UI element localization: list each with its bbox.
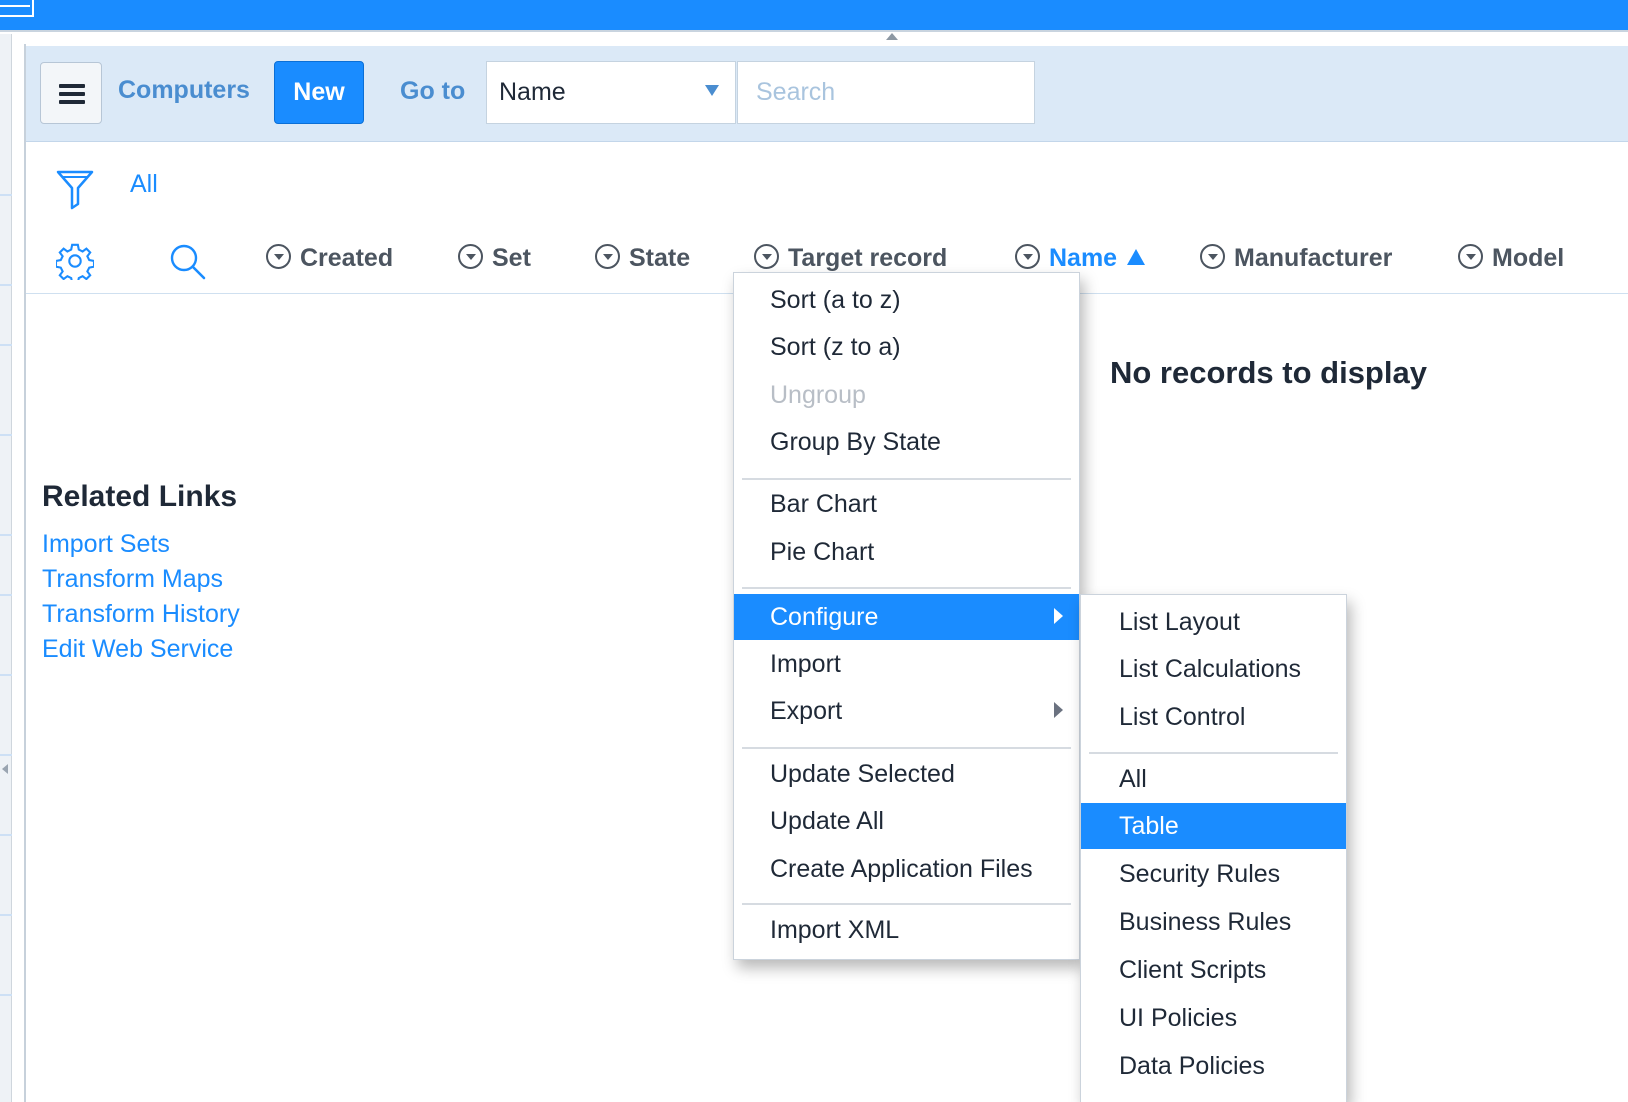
menu-separator	[1089, 752, 1338, 754]
menu-item-ungroup: Ungroup	[770, 381, 866, 409]
new-button[interactable]: New	[274, 61, 364, 124]
submenu-item-client-scripts[interactable]: Client Scripts	[1081, 947, 1346, 993]
related-links-heading: Related Links	[42, 480, 238, 513]
menu-item-import[interactable]: Import	[734, 641, 1079, 687]
strip-divider	[0, 834, 12, 836]
empty-list-message: No records to display	[1110, 355, 1427, 390]
menu-separator	[742, 747, 1071, 749]
menu-item-update-all[interactable]: Update All	[734, 798, 1079, 844]
submenu-item-data-policies[interactable]: Data Policies	[1081, 1043, 1346, 1089]
submenu-item-table[interactable]: Table	[1081, 803, 1346, 849]
column-menu-icon[interactable]	[1458, 244, 1483, 269]
menu-item-sort-z-a[interactable]: Sort (z to a)	[734, 324, 1079, 370]
related-link-transform-maps[interactable]: Transform Maps	[42, 565, 223, 594]
menu-item-create-application-files[interactable]: Create Application Files	[734, 846, 1079, 892]
column-header-target-record[interactable]: Target record	[754, 244, 947, 273]
strip-divider	[0, 754, 12, 756]
menu-separator	[742, 478, 1071, 480]
collapse-left-icon[interactable]	[2, 764, 8, 774]
configure-submenu: List Layout List Calculations List Contr…	[1080, 594, 1347, 1102]
hamburger-icon-bar	[59, 92, 85, 96]
search-input[interactable]	[737, 61, 1035, 124]
submenu-item-security-rules[interactable]: Security Rules	[1081, 851, 1346, 897]
collapse-header-icon[interactable]	[886, 33, 898, 40]
strip-divider	[0, 344, 12, 346]
gear-icon[interactable]	[56, 242, 94, 280]
search-icon[interactable]	[168, 242, 208, 282]
strip-divider	[0, 914, 12, 916]
menu-item-pie-chart[interactable]: Pie Chart	[734, 529, 1079, 575]
window-icon[interactable]	[0, 0, 34, 17]
filter-funnel-icon[interactable]	[56, 168, 94, 212]
menu-separator	[742, 903, 1071, 905]
filter-all-link[interactable]: All	[130, 170, 158, 199]
hamburger-menu-button[interactable]	[40, 62, 102, 124]
app-top-bar	[0, 0, 1628, 32]
list-header: Computers New Go to Name	[26, 46, 1628, 142]
related-link-import-sets[interactable]: Import Sets	[42, 530, 170, 559]
menu-item-update-selected[interactable]: Update Selected	[734, 751, 1079, 797]
column-menu-icon[interactable]	[266, 244, 291, 269]
submenu-item-ui-policies[interactable]: UI Policies	[1081, 995, 1346, 1041]
column-header-state[interactable]: State	[595, 244, 690, 273]
related-link-transform-history[interactable]: Transform History	[42, 600, 240, 629]
submenu-item-list-layout[interactable]: List Layout	[1081, 599, 1346, 645]
column-header-name[interactable]: Name	[1015, 244, 1146, 273]
column-header-manufacturer[interactable]: Manufacturer	[1200, 244, 1392, 273]
hamburger-icon-bar	[59, 100, 85, 104]
menu-item-bar-chart[interactable]: Bar Chart	[734, 481, 1079, 527]
hamburger-icon-bar	[59, 84, 85, 88]
column-menu-icon[interactable]	[1015, 244, 1040, 269]
menu-item-group-by-state[interactable]: Group By State	[734, 419, 1079, 465]
strip-divider	[0, 994, 12, 996]
strip-divider	[0, 434, 12, 436]
column-menu-icon[interactable]	[1200, 244, 1225, 269]
chevron-right-icon	[1054, 608, 1063, 624]
chevron-down-icon	[705, 85, 719, 96]
sort-ascending-icon	[1127, 249, 1146, 265]
strip-divider	[0, 674, 12, 676]
goto-field-select[interactable]: Name	[486, 61, 736, 124]
column-header-created[interactable]: Created	[266, 244, 393, 273]
submenu-item-list-calculations[interactable]: List Calculations	[1081, 646, 1346, 692]
column-header-set[interactable]: Set	[458, 244, 531, 273]
column-menu-icon[interactable]	[458, 244, 483, 269]
submenu-item-business-rules[interactable]: Business Rules	[1081, 899, 1346, 945]
submenu-item-all[interactable]: All	[1081, 756, 1346, 802]
column-header-model[interactable]: Model	[1458, 244, 1564, 273]
goto-field-value: Name	[499, 78, 566, 106]
menu-item-configure[interactable]: Configure	[734, 594, 1079, 640]
goto-label: Go to	[400, 77, 466, 105]
column-context-menu: Sort (a to z) Sort (z to a) Ungroup Grou…	[733, 272, 1080, 960]
column-menu-icon[interactable]	[595, 244, 620, 269]
strip-divider	[0, 284, 12, 286]
submenu-item-list-control[interactable]: List Control	[1081, 694, 1346, 740]
list-title: Computers	[118, 76, 250, 104]
chevron-right-icon	[1054, 702, 1063, 718]
left-nav-strip	[0, 34, 12, 1102]
menu-item-export[interactable]: Export	[734, 688, 1079, 734]
related-link-edit-web-service[interactable]: Edit Web Service	[42, 635, 233, 664]
strip-divider	[0, 194, 12, 196]
menu-separator	[742, 587, 1071, 589]
menu-item-sort-a-z[interactable]: Sort (a to z)	[734, 277, 1079, 323]
column-menu-icon[interactable]	[754, 244, 779, 269]
strip-divider	[0, 594, 12, 596]
menu-item-import-xml[interactable]: Import XML	[734, 907, 1079, 953]
strip-divider	[0, 534, 12, 536]
filter-breadcrumb: All	[26, 160, 626, 210]
